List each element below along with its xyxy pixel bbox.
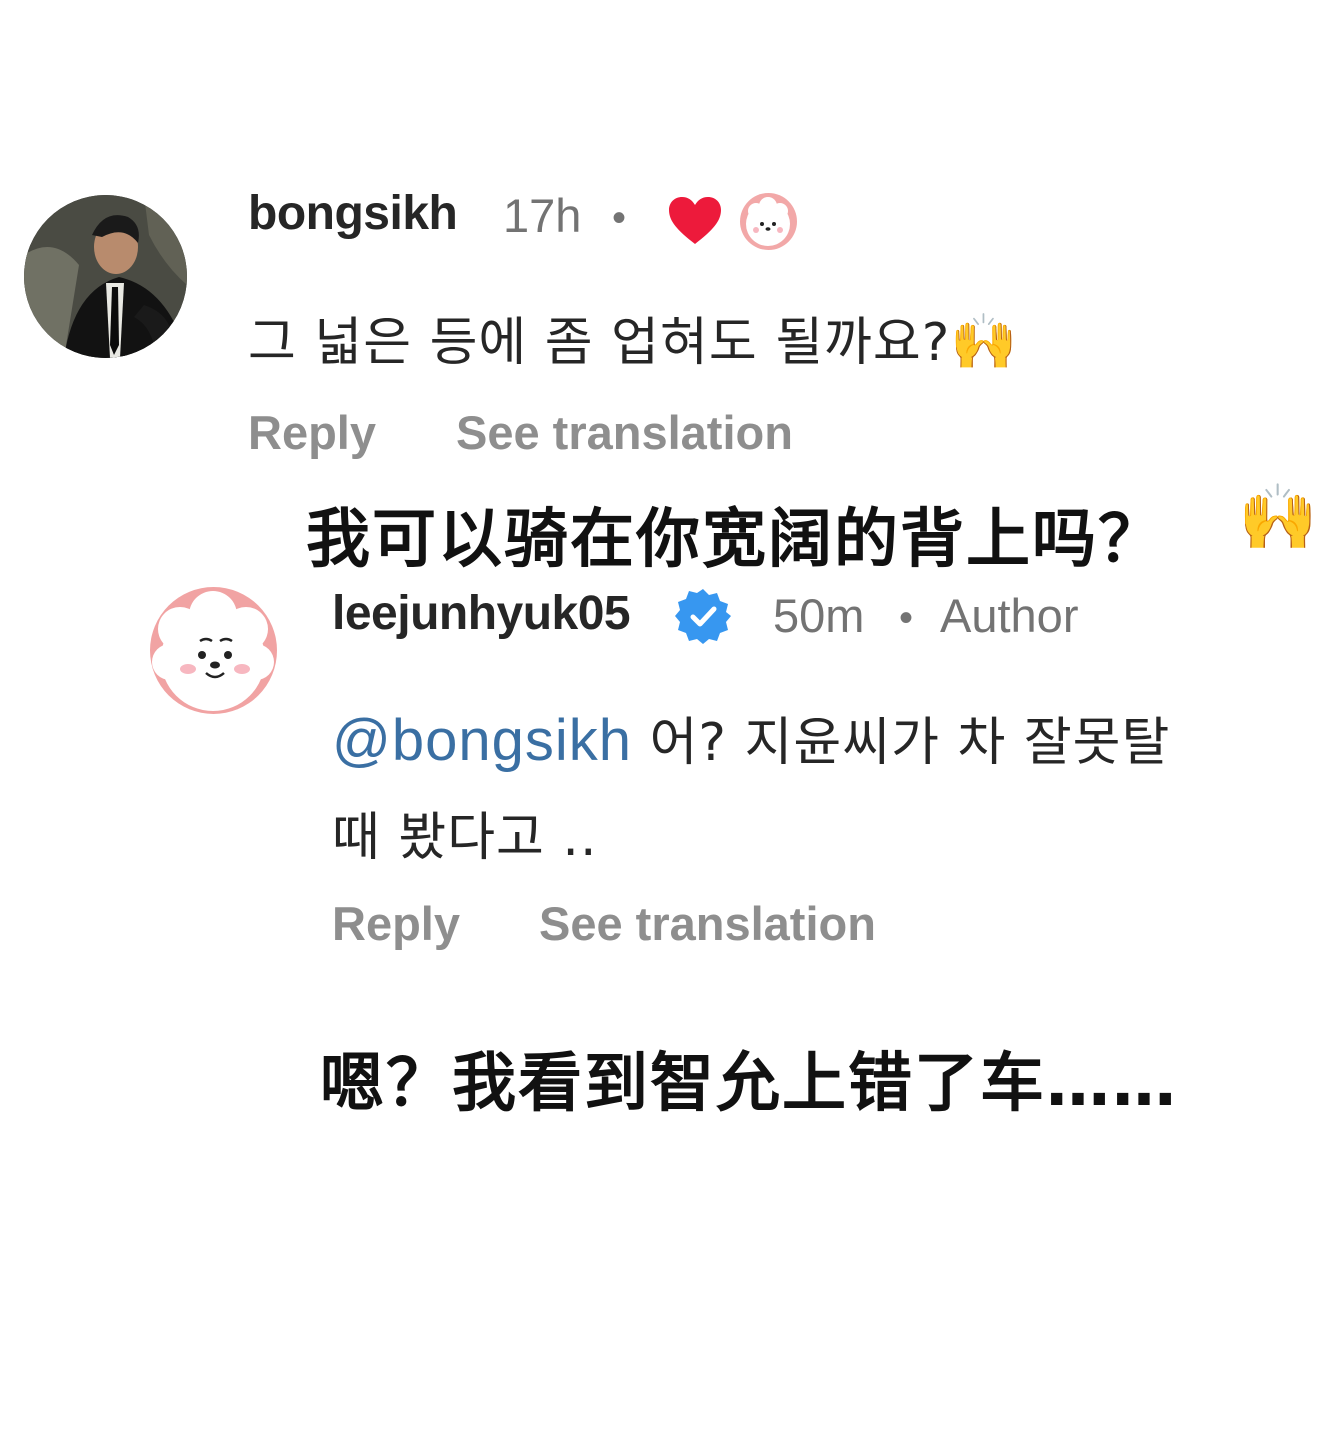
see-translation-button[interactable]: See translation [539,896,876,951]
comment-timestamp: 50m [773,589,865,642]
raising-hands-icon: 🙌 [1238,481,1318,553]
liked-by-avatar-icon [740,193,797,250]
person-photo-icon [24,195,187,358]
comment-username[interactable]: leejunhyuk05 [332,586,631,641]
comment-body: 그 넓은 등에 좀 업혀도 될까요? [248,313,951,373]
reply-button[interactable]: Reply [248,405,376,460]
avatar-bongsikh[interactable] [24,195,187,358]
mention-link[interactable]: @bongsikh [332,708,632,773]
comment-username[interactable]: bongsikh [248,186,458,241]
comment-body-line2: 때 봤다고 .. [332,808,598,868]
reply-button[interactable]: Reply [332,896,460,951]
raising-hands-emoji: 🙌 [950,310,1019,373]
comment-text: @bongsikh 어? 지윤씨가 차 잘못탈 [332,700,1292,775]
author-label: Author [940,589,1079,642]
translation-caption-1: 我可以骑在你宽阔的背上吗？ [306,503,1164,577]
translation-caption-2: 嗯？我看到智允上错了车…… [320,1047,1178,1121]
dog-avatar-icon [152,591,274,711]
heart-icon[interactable] [667,196,723,246]
see-translation-button[interactable]: See translation [456,405,793,460]
meta-separator: • [612,196,627,240]
meta-separator: • [899,596,914,640]
comment-text: 그 넓은 등에 좀 업혀도 될까요?🙌 [248,300,1019,375]
verified-badge-icon [674,587,732,645]
avatar-leejunhyuk05[interactable] [150,587,277,714]
comment-body-line1: 어? 지윤씨가 차 잘못탈 [632,713,1171,773]
comment-timestamp: 17h [503,189,582,242]
